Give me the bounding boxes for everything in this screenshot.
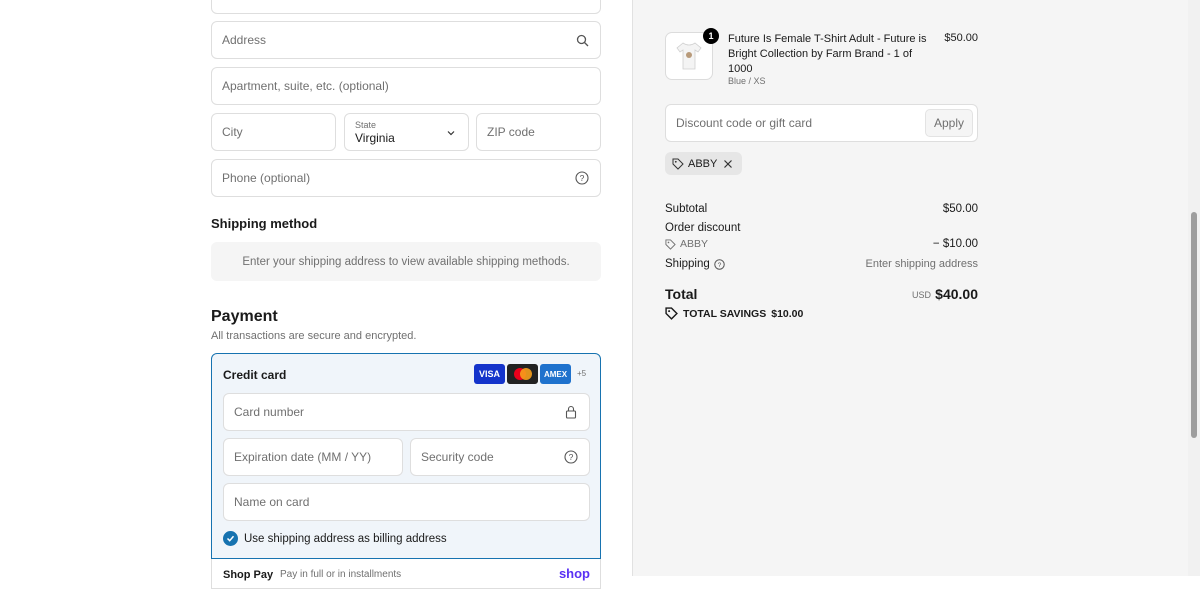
discount-code-placeholder: Discount code or gift card <box>676 116 813 130</box>
city-placeholder: City <box>222 125 243 139</box>
shop-pay-label: Shop Pay <box>223 569 274 581</box>
subtotal-value: $50.00 <box>942 203 978 215</box>
total-label: Total <box>665 286 698 302</box>
card-number-placeholder: Card number <box>234 405 305 419</box>
tag-icon <box>665 307 678 320</box>
city-field[interactable]: City <box>211 113 336 151</box>
product-title: Future Is Female T-Shirt Adult - Future … <box>728 33 927 75</box>
amex-logo: AMEX <box>540 364 571 384</box>
help-icon[interactable]: ? <box>563 449 579 465</box>
order-discount-code-text: ABBY <box>680 238 709 250</box>
address-placeholder: Address <box>222 33 267 47</box>
apply-button[interactable]: Apply <box>924 109 973 137</box>
total-savings: TOTAL SAVINGS $10.00 <box>665 307 803 320</box>
svg-text:?: ? <box>580 173 585 183</box>
name-on-card-placeholder: Name on card <box>234 495 310 509</box>
product-price: $50.00 <box>944 32 978 44</box>
applied-discount-chip[interactable]: ABBY <box>665 152 743 175</box>
expiry-placeholder: Expiration date (MM / YY) <box>234 450 372 464</box>
tshirt-icon <box>676 42 702 70</box>
tag-icon <box>672 158 684 170</box>
more-cards-count: +5 <box>577 369 587 378</box>
order-summary-panel: 1 Future Is Female T-Shirt Adult - Futur… <box>632 0 1200 576</box>
shipping-method-note: Enter your shipping address to view avai… <box>211 242 601 281</box>
tag-icon <box>665 238 676 250</box>
payment-heading: Payment <box>211 308 278 325</box>
state-value: Virginia <box>355 130 395 145</box>
security-code-field[interactable]: Security code ? <box>410 438 590 476</box>
shipping-row-label: Shipping ? <box>665 258 725 270</box>
credit-card-label: Credit card <box>223 368 287 382</box>
name-on-card-field[interactable]: Name on card <box>223 483 590 521</box>
zip-placeholder: ZIP code <box>487 125 535 139</box>
payment-subtitle: All transactions are secure and encrypte… <box>211 330 417 342</box>
company-field[interactable] <box>211 0 601 14</box>
apartment-field[interactable]: Apartment, suite, etc. (optional) <box>211 67 601 105</box>
shipping-method-heading: Shipping method <box>211 216 318 231</box>
subtotal-label: Subtotal <box>665 203 708 215</box>
state-label: State <box>355 119 377 130</box>
state-select[interactable]: State Virginia <box>344 113 469 151</box>
visa-logo: VISA <box>474 364 505 384</box>
close-icon <box>724 159 733 168</box>
shop-pay-logo: shop <box>558 566 590 581</box>
help-icon[interactable]: ? <box>574 170 590 186</box>
phone-placeholder: Phone (optional) <box>222 171 311 185</box>
billing-address-checkbox[interactable] <box>223 531 238 546</box>
address-field[interactable]: Address <box>211 21 601 59</box>
help-icon: ? <box>714 258 725 270</box>
quantity-badge: 1 <box>703 28 719 44</box>
shop-pay-subtitle: Pay in full or in installments <box>280 569 402 580</box>
svg-text:?: ? <box>569 452 574 462</box>
scrollbar[interactable] <box>1188 0 1200 576</box>
shipping-value: Enter shipping address <box>865 258 978 270</box>
phone-field[interactable]: Phone (optional) ? <box>211 159 601 197</box>
zip-field[interactable]: ZIP code <box>476 113 601 151</box>
shipping-label: Shipping <box>665 258 710 270</box>
total-value: $40.00 <box>935 286 978 302</box>
product-variant: Blue / XS <box>728 76 766 86</box>
lock-icon <box>563 404 579 420</box>
scrollbar-thumb[interactable] <box>1191 212 1197 438</box>
search-icon <box>574 32 590 48</box>
shop-pay-option[interactable]: Shop Pay Pay in full or in installments … <box>211 559 601 589</box>
svg-text:?: ? <box>717 262 721 269</box>
billing-address-label[interactable]: Use shipping address as billing address <box>244 533 447 545</box>
applied-code-label: ABBY <box>688 157 718 170</box>
order-discount-label: Order discount <box>665 222 741 234</box>
chevron-down-icon <box>446 127 456 141</box>
card-number-field[interactable]: Card number <box>223 393 590 431</box>
expiry-field[interactable]: Expiration date (MM / YY) <box>223 438 403 476</box>
order-discount-value: − $10.00 <box>932 238 978 250</box>
checkout-form-panel: Address Apartment, suite, etc. (optional… <box>0 0 632 589</box>
total-savings-value: $10.00 <box>771 307 804 320</box>
discount-code-field[interactable]: Discount code or gift card Apply <box>665 104 978 142</box>
mastercard-logo <box>507 364 538 384</box>
security-code-placeholder: Security code <box>421 450 494 464</box>
order-discount-code: ABBY <box>665 238 708 250</box>
total-savings-label: TOTAL SAVINGS <box>683 307 767 320</box>
apartment-placeholder: Apartment, suite, etc. (optional) <box>222 79 389 93</box>
